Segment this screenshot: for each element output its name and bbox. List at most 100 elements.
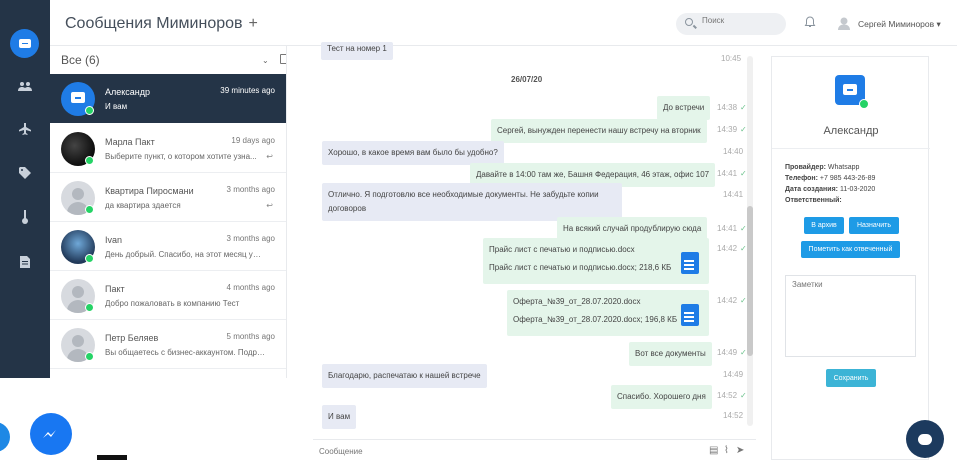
provider-value: Whatsapp [827,164,860,171]
message-time: 10:45 [721,54,742,63]
whatsapp-icon [85,254,94,263]
message-time: 14:41 ✓ [717,169,747,178]
attachment-bubble[interactable]: Прайс лист с печатью и подписью.docx Пра… [483,238,709,284]
message-input[interactable] [319,447,659,456]
reply-icon: ↩ [266,152,273,161]
conversation-time: 39 minutes ago [220,86,275,95]
message-time-text: 14:41 [717,169,738,178]
message-time: 14:49 [723,370,744,379]
created-value: 11-03-2020 [839,186,876,193]
message-text: На всякий случай продублирую сюда [563,224,702,233]
check-icon: ✓ [740,348,747,357]
overlay-circle [0,422,10,452]
document-file-icon [681,252,699,274]
message-time: 14:42 ✓ [717,296,747,305]
document-icon[interactable] [0,250,50,274]
contact-avatar-large [835,75,869,109]
check-icon: ✓ [740,244,747,253]
conversation-item[interactable]: Марла Пакт 19 days ago Выберите пункт, о… [50,124,286,173]
chat-scrollbar[interactable] [747,56,753,426]
responsible-label: Ответственный: [785,197,842,204]
user-menu[interactable]: Сергей Миминоров ▾ [858,19,941,30]
check-icon: ✓ [740,391,747,400]
message-time: 14:38 ✓ [717,103,747,112]
page-title: Сообщения Миминоров + [65,15,258,33]
message-text: Отлично. Я подготовлю все необходимые до… [328,190,599,199]
message-text: Хорошо, в какое время вам было бы удобно… [328,148,498,157]
chat-panel: Тест на номер 1 10:45 26/07/20 До встреч… [313,42,756,460]
message-time-text: 14:49 [717,348,738,357]
search-icon [685,18,693,26]
conversation-item[interactable]: Пакт 4 months ago Добро пожаловать в ком… [50,271,286,320]
top-header: Сообщения Миминоров + Сергей Миминоров ▾ [50,0,957,46]
save-button[interactable]: Сохранить [826,369,876,387]
contact-name: Квартира Пиросмани [105,186,194,196]
attachment-bubble[interactable]: Оферта_№39_от_28.07.2020.docx Оферта_№39… [507,290,709,336]
attachment-name: Прайс лист с печатью и подписью.docx [489,245,635,254]
notes-field[interactable] [785,275,916,357]
message-time-text: 14:42 [717,244,738,253]
phone-value: +7 985 443-26-89 [819,175,876,182]
message-time: 14:39 ✓ [717,125,747,134]
message-bubble: Хорошо, в какое время вам было бы удобно… [322,141,504,165]
template-icon[interactable]: ▤ [709,445,718,456]
message-bubble: Вот все документы [629,342,712,366]
document-file-icon [681,304,699,326]
responsible-row: Ответственный: [785,197,842,204]
message-bubble: До встречи [657,96,711,120]
conversation-preview: да квартира здается [105,201,181,210]
message-time-text: 14:52 [717,391,738,400]
chat-icon[interactable] [10,29,39,58]
contact-name: Марла Пакт [105,137,155,147]
chevron-down-icon[interactable]: ⌄ [262,56,269,65]
conversation-time: 5 months ago [226,332,275,341]
check-icon: ✓ [740,224,747,233]
conversation-time: 4 months ago [226,283,275,292]
message-bubble: И вам [322,405,357,429]
reply-icon: ↩ [266,201,273,210]
conversation-item[interactable]: Александр 39 minutes ago И вам [50,74,286,123]
message-bubble: Тест на номер 1 [321,42,393,60]
overlay-bar [97,455,127,460]
attachment-name: Оферта_№39_от_28.07.2020.docx [513,297,641,306]
whatsapp-icon [85,156,94,165]
filter-bar: Все (6) ⌄ [50,46,286,74]
search-input[interactable] [702,16,782,25]
contact-name: Александр [823,125,879,137]
scrollbar-thumb[interactable] [747,206,753,356]
check-icon: ✓ [740,169,747,178]
airplane-icon[interactable] [0,117,50,141]
app-window: Сообщения Миминоров+ Сергей Миминоров ▾ … [0,0,957,460]
conversation-item[interactable]: Петр Беляев 5 months ago Вы общаетесь с … [50,320,286,369]
whatsapp-icon [859,99,869,109]
check-icon: ✓ [740,125,747,134]
attachment-info: Прайс лист с печатью и подписью.docx; 21… [489,263,672,272]
message-time: 14:40 [723,147,744,156]
conversation-time: 3 months ago [226,185,275,194]
bell-icon[interactable] [804,16,816,28]
send-icon[interactable]: ➤ [736,445,744,456]
messenger-icon[interactable] [30,413,72,455]
thermometer-icon[interactable] [0,205,50,229]
tag-icon[interactable] [0,161,50,185]
created-label: Дата создания: [785,186,838,193]
contact-name: Александр [105,87,151,97]
assign-button[interactable]: Назначить [849,217,899,234]
user-avatar[interactable] [837,16,851,30]
filter-select[interactable]: Все (6) [61,53,100,67]
add-button[interactable]: + [249,15,258,32]
message-bubble: Благодарю, распечатаю к нашей встрече [322,364,487,388]
users-icon[interactable] [0,74,50,98]
conversation-preview: Вы общаетесь с бизнес-аккаунтом. Подро..… [105,348,265,357]
conversation-preview: И вам [105,102,128,111]
conversation-item[interactable]: Ivan 3 months ago День добрый. Спасибо, … [50,222,286,271]
compose-icon[interactable] [280,54,286,64]
chat-support-button[interactable] [906,420,944,458]
contact-details-panel: Александр Провайдер: Whatsapp Телефон: +… [771,56,930,460]
search-box[interactable] [676,13,786,35]
provider-label: Провайдер: [785,164,826,171]
conversation-item[interactable]: Квартира Пиросмани 3 months ago да кварт… [50,173,286,222]
mark-answered-button[interactable]: Пометить как отвеченный [801,241,900,258]
archive-button[interactable]: В архив [804,217,844,234]
attach-icon[interactable]: ⌇ [724,445,729,456]
